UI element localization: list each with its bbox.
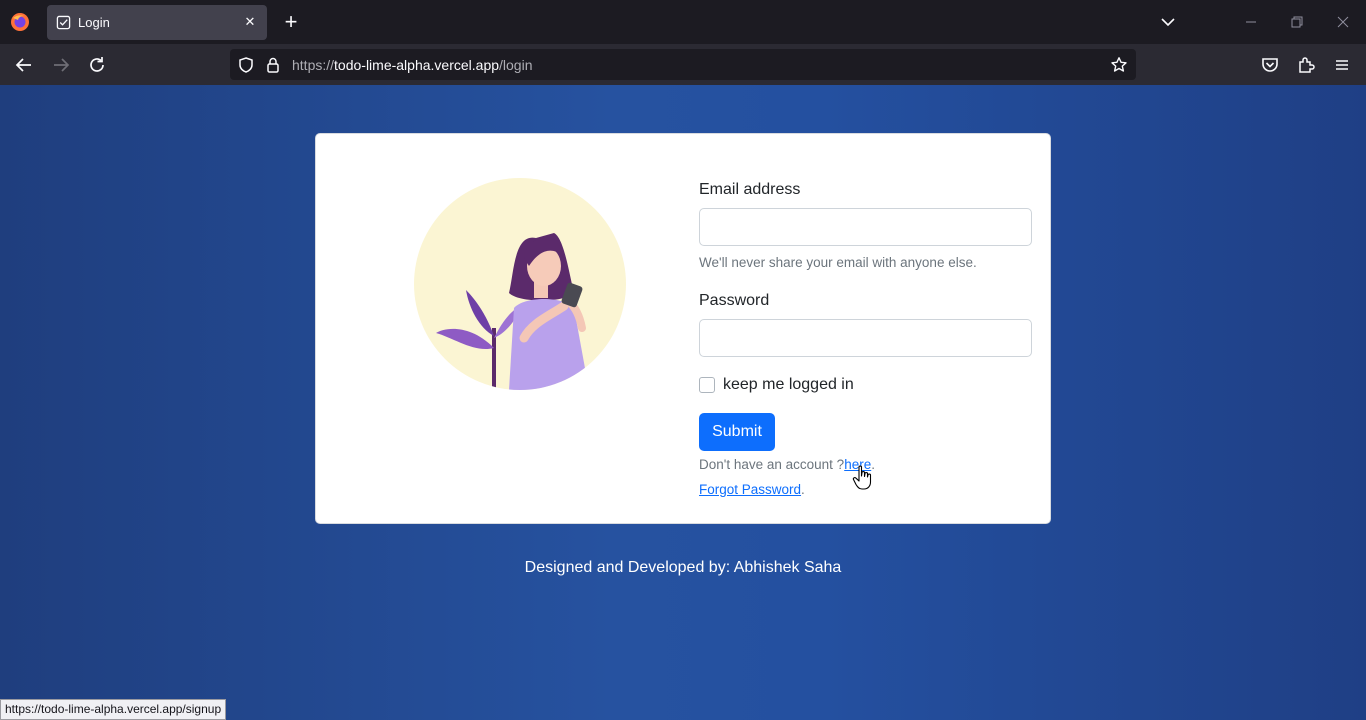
bookmark-star-icon[interactable] bbox=[1110, 56, 1128, 74]
page-background: Email address We'll never share your ema… bbox=[0, 85, 1366, 720]
browser-nav-bar: https://todo-lime-alpha.vercel.app/login bbox=[0, 44, 1366, 85]
chevron-down-icon[interactable] bbox=[1158, 12, 1178, 32]
forgot-suffix: . bbox=[801, 482, 805, 497]
browser-tab-active[interactable]: Login ✕ bbox=[47, 5, 267, 40]
minimize-icon[interactable] bbox=[1239, 10, 1263, 34]
hamburger-menu-icon[interactable] bbox=[1331, 54, 1353, 76]
woman-with-phone-illustration bbox=[414, 178, 626, 390]
signup-prefix: Don't have an account ? bbox=[699, 457, 845, 472]
submit-button[interactable]: Submit bbox=[699, 413, 775, 451]
browser-tab-bar: Login ✕ + bbox=[0, 0, 1366, 44]
address-bar[interactable]: https://todo-lime-alpha.vercel.app/login bbox=[230, 49, 1136, 80]
close-window-icon[interactable] bbox=[1331, 10, 1355, 34]
password-field[interactable] bbox=[699, 319, 1032, 357]
back-arrow-icon[interactable] bbox=[13, 54, 35, 76]
login-card: Email address We'll never share your ema… bbox=[315, 133, 1051, 524]
forgot-password-line: Forgot Password. bbox=[699, 482, 805, 497]
password-label: Password bbox=[699, 292, 770, 309]
new-tab-plus-icon[interactable]: + bbox=[281, 11, 301, 33]
firefox-logo-icon[interactable] bbox=[10, 12, 30, 32]
status-bar-url: https://todo-lime-alpha.vercel.app/signu… bbox=[0, 699, 227, 720]
checkbox-favicon-icon bbox=[56, 15, 71, 30]
signup-prompt: Don't have an account ?here. bbox=[699, 457, 875, 472]
email-field[interactable] bbox=[699, 208, 1032, 246]
forward-arrow-icon[interactable] bbox=[50, 54, 72, 76]
url-text[interactable]: https://todo-lime-alpha.vercel.app/login bbox=[292, 57, 532, 73]
remember-me-checkbox[interactable] bbox=[699, 377, 715, 393]
pocket-icon[interactable] bbox=[1259, 54, 1281, 76]
remember-me-label[interactable]: keep me logged in bbox=[723, 376, 854, 394]
forgot-password-link[interactable]: Forgot Password bbox=[699, 482, 801, 497]
lock-icon[interactable] bbox=[264, 56, 282, 74]
tab-title: Login bbox=[78, 15, 110, 30]
email-help-text: We'll never share your email with anyone… bbox=[699, 255, 977, 270]
email-label: Email address bbox=[699, 181, 801, 198]
extensions-puzzle-icon[interactable] bbox=[1295, 54, 1317, 76]
footer-credit: Designed and Developed by: Abhishek Saha bbox=[524, 559, 842, 576]
reload-icon[interactable] bbox=[86, 54, 108, 76]
shield-icon[interactable] bbox=[237, 56, 255, 74]
restore-window-icon[interactable] bbox=[1285, 10, 1309, 34]
hand-pointer-cursor-icon bbox=[852, 465, 872, 490]
close-tab-icon[interactable]: ✕ bbox=[241, 13, 259, 31]
